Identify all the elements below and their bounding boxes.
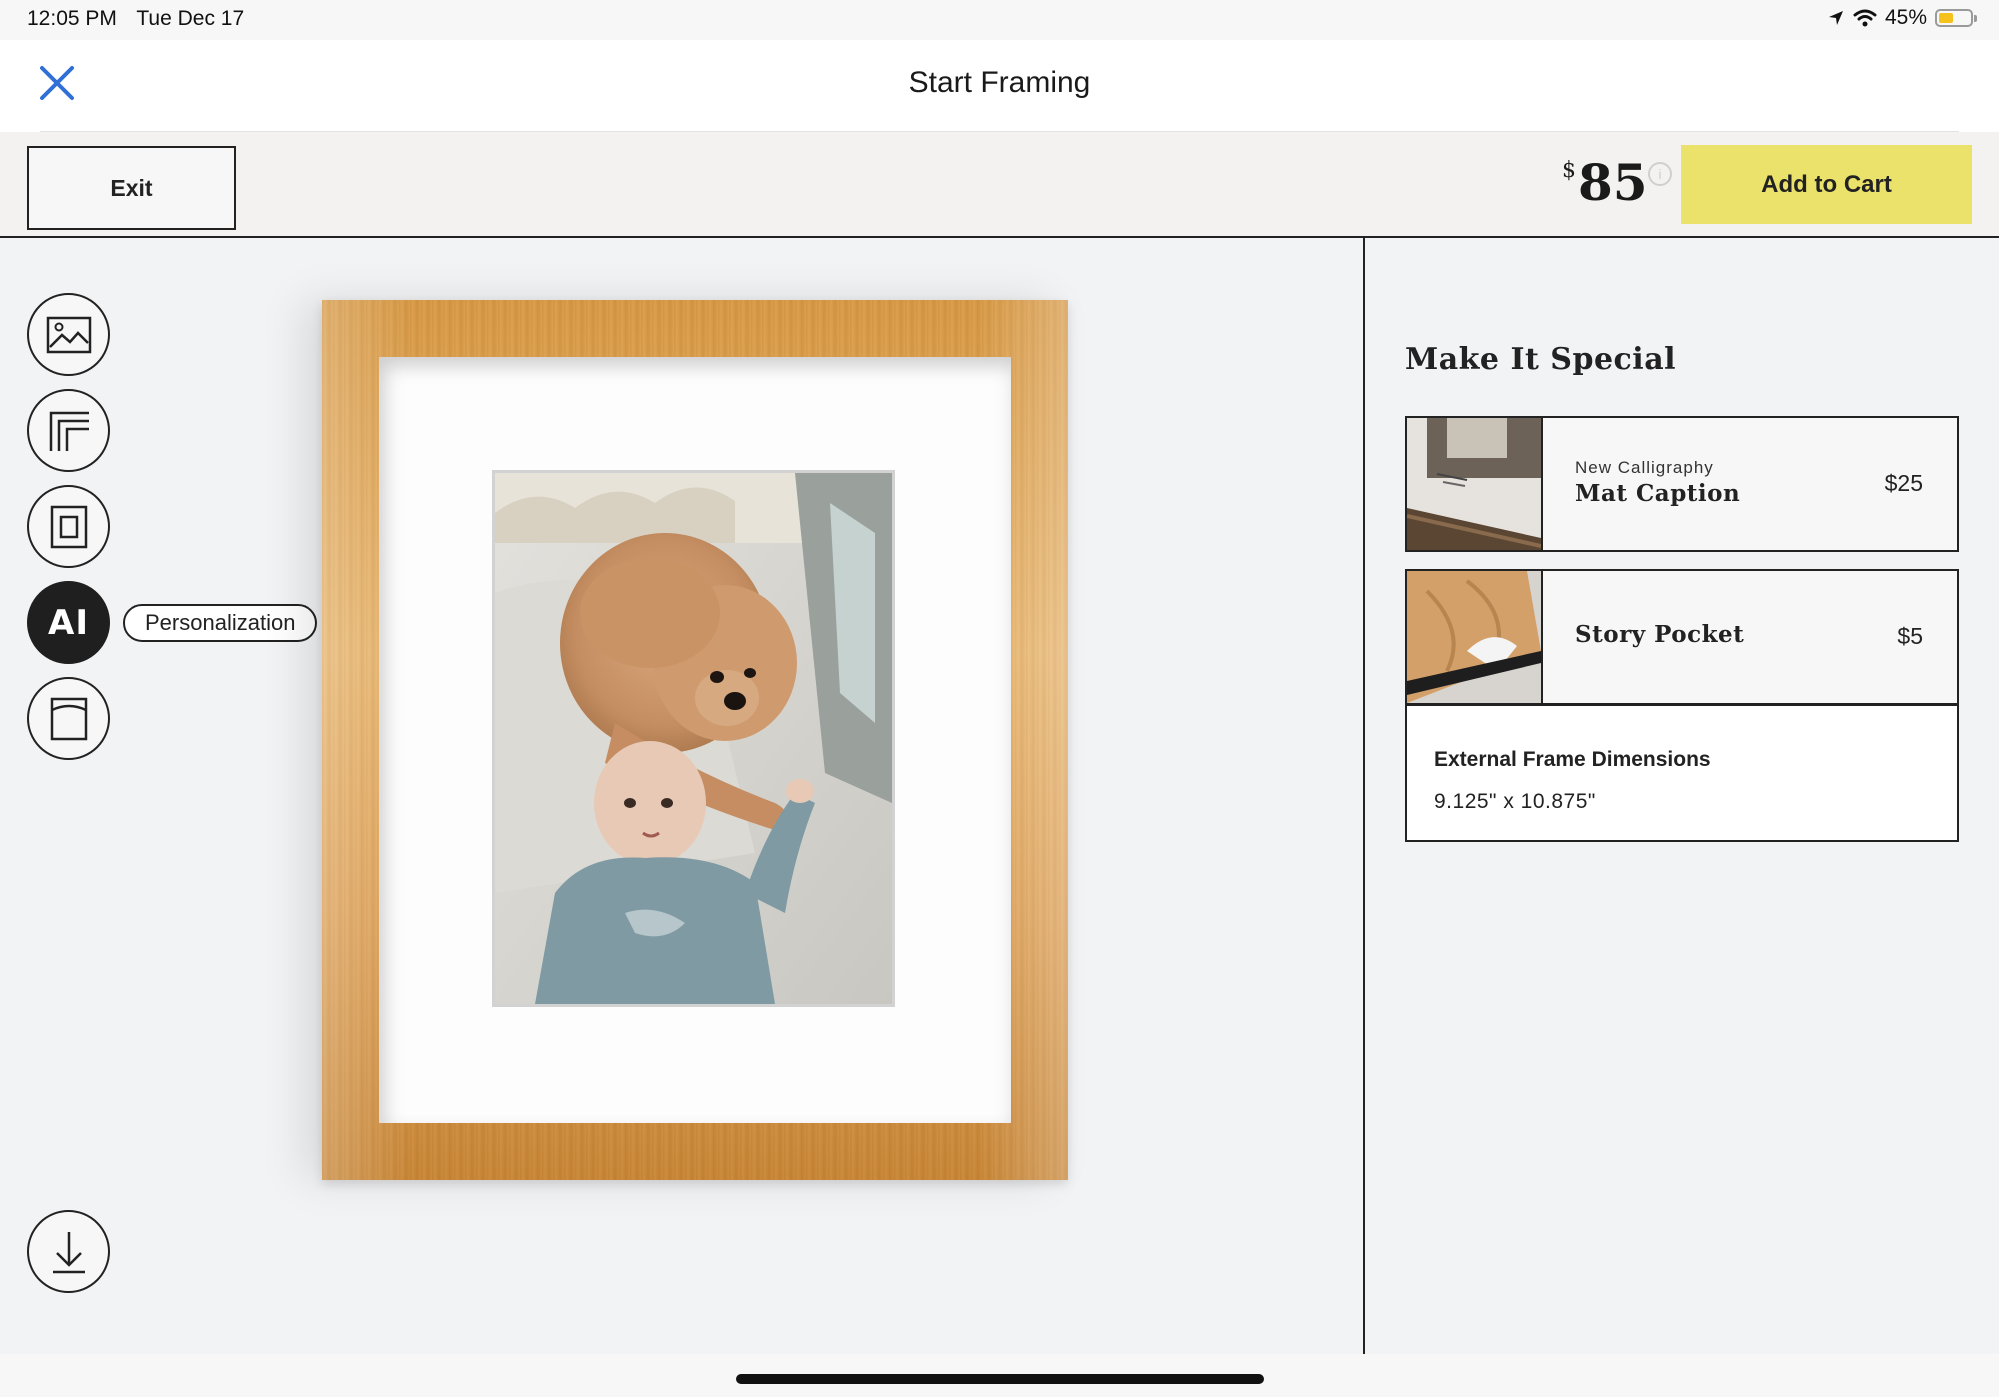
mat-icon <box>50 505 87 548</box>
panel-divider <box>1363 238 1365 1354</box>
frame-dimensions-label: External Frame Dimensions <box>1434 748 1711 771</box>
download-button[interactable] <box>27 1210 110 1293</box>
framed-photo <box>492 470 895 1007</box>
mat-caption-price: $25 <box>1884 470 1923 496</box>
battery-level <box>1939 13 1953 23</box>
story-pocket-thumbnail <box>1407 571 1543 703</box>
mat-caption-image <box>1407 418 1541 550</box>
exit-button[interactable]: Exit <box>27 146 236 230</box>
home-indicator[interactable] <box>736 1374 1264 1384</box>
status-bar: 12:05 PM Tue Dec 17 45% <box>0 0 1999 40</box>
battery-icon <box>1935 9 1977 27</box>
story-pocket-tool-button[interactable] <box>27 677 110 760</box>
photo-tool-button[interactable] <box>27 293 110 376</box>
status-date: Tue Dec 17 <box>136 7 245 30</box>
title-bar: Start Framing <box>0 40 1999 132</box>
add-to-cart-button[interactable]: Add to Cart <box>1681 145 1972 224</box>
download-icon <box>52 1231 85 1273</box>
personalization-tool-button[interactable]: AI <box>27 581 110 664</box>
story-pocket-price: $5 <box>1897 623 1923 649</box>
story-pocket-option[interactable]: Story Pocket $5 <box>1405 569 1959 705</box>
story-pocket-icon <box>50 697 87 740</box>
mat-caption-thumbnail <box>1407 418 1543 550</box>
frame-style-tool-button[interactable] <box>27 389 110 472</box>
status-time-date: 12:05 PM Tue Dec 17 <box>27 7 258 31</box>
story-pocket-name: Story Pocket <box>1575 621 1745 648</box>
personalization-icon: AI <box>48 602 89 643</box>
photo-icon <box>46 316 91 353</box>
frame-style-icon <box>49 411 89 451</box>
page-title: Start Framing <box>908 66 1091 99</box>
mat-tool-button[interactable] <box>27 485 110 568</box>
location-arrow-icon <box>1828 11 1843 25</box>
mat-caption-name: Mat Caption <box>1575 480 1741 507</box>
price-currency: $ <box>1562 158 1576 183</box>
mat <box>379 357 1011 1123</box>
info-icon[interactable]: i <box>1648 162 1672 186</box>
photo-dog-and-baby-image <box>495 473 892 1004</box>
battery-tip <box>1974 15 1977 22</box>
status-indicators: 45% <box>1827 6 1977 30</box>
frame-preview[interactable] <box>322 300 1068 1180</box>
price-value: 85 <box>1578 153 1648 212</box>
frame-dimensions-value: 9.125" x 10.875" <box>1434 790 1596 813</box>
story-pocket-image <box>1407 571 1541 703</box>
wifi-icon <box>1853 9 1877 27</box>
frame-dimensions-card: External Frame Dimensions 9.125" x 10.87… <box>1405 704 1959 842</box>
price: $ 85 <box>1562 152 1648 208</box>
mat-caption-tagline: New Calligraphy <box>1575 458 1714 477</box>
personalization-tooltip: Personalization <box>123 604 318 642</box>
toolbar: Exit $ 85 i Add to Cart <box>0 132 1999 238</box>
panel-title: Make It Special <box>1405 342 1677 377</box>
mat-caption-option[interactable]: New Calligraphy Mat Caption $25 <box>1405 416 1959 552</box>
battery-percent: 45% <box>1884 6 1927 29</box>
status-time: 12:05 PM <box>27 7 117 30</box>
